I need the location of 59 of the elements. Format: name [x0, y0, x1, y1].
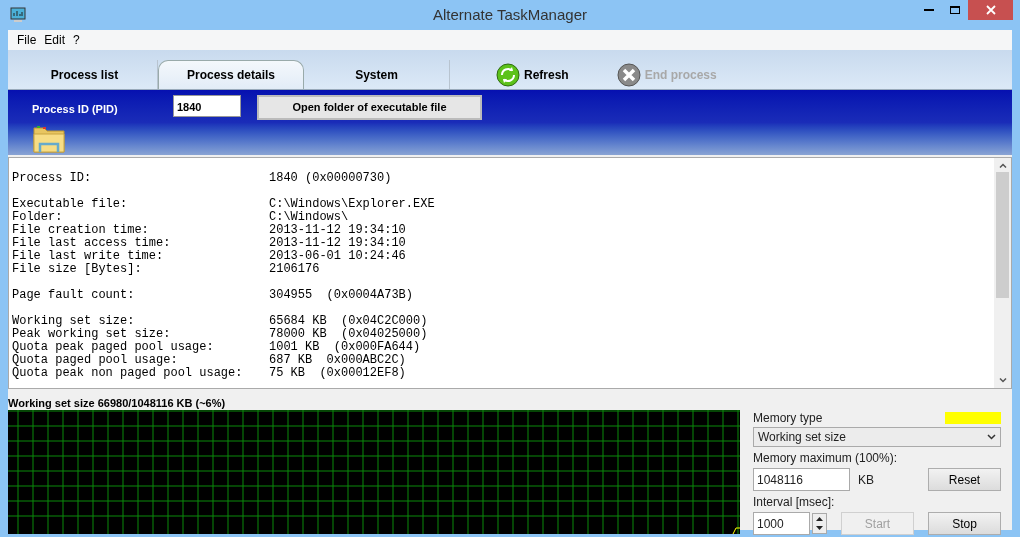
tab[interactable]: System	[304, 60, 450, 89]
scroll-down-icon	[998, 378, 1007, 383]
detail-label: Page fault count:	[12, 289, 136, 302]
detail-label: Working set size:	[12, 315, 136, 328]
scroll-up-icon	[998, 163, 1007, 168]
detail-value: 2106176	[269, 263, 320, 276]
scrollbar[interactable]	[994, 158, 1011, 388]
detail-value: 1840 (0x00000730)	[269, 172, 392, 185]
reset-button[interactable]: Reset	[928, 468, 1001, 491]
detail-value: 75 KB (0x00012EF8)	[269, 367, 406, 380]
memory-type-select[interactable]: Working set size	[753, 427, 1001, 447]
detail-value: C:\Windows\	[269, 211, 349, 224]
chevron-down-icon	[987, 434, 996, 440]
tab[interactable]: Process details	[158, 60, 304, 89]
interval-field[interactable]: 1000	[753, 512, 810, 535]
stop-button[interactable]: Stop	[928, 512, 1001, 535]
detail-value: 2013-11-12 19:34:10	[269, 237, 406, 250]
detail-label: File last write time:	[12, 250, 165, 263]
spin-down-icon	[816, 526, 823, 531]
open-folder-button[interactable]: Open folder of executable file	[257, 95, 482, 120]
spinner[interactable]	[812, 513, 827, 534]
toolbar-button[interactable]: Refresh	[496, 62, 569, 87]
detail-value: C:\Windows\Explorer.EXE	[269, 198, 435, 211]
pid-field[interactable]: 1840	[173, 95, 241, 117]
app-monitor-icon	[10, 7, 26, 23]
detail-value: 1001 KB (0x000FA644)	[269, 341, 421, 354]
detail-label: Quota peak paged pool usage:	[12, 341, 215, 354]
detail-label: Quota peak non paged pool usage:	[12, 367, 244, 380]
memory-max-field[interactable]: 1048116	[753, 468, 850, 491]
close-button[interactable]	[968, 0, 1013, 20]
menu-item[interactable]: File	[14, 31, 40, 49]
detail-value: 304955 (0x0004A73B)	[269, 289, 414, 302]
close-icon	[985, 5, 996, 15]
detail-value: 65684 KB (0x04C2C000)	[269, 315, 428, 328]
detail-value: 687 KB 0x000ABC2C)	[269, 354, 406, 367]
detail-label: Peak working set size:	[12, 328, 172, 341]
detail-value: 78000 KB (0x04025000)	[269, 328, 428, 341]
detail-label: Executable file:	[12, 198, 129, 211]
memory-color-swatch[interactable]	[945, 412, 1001, 424]
unit-label: KB	[858, 471, 874, 489]
close-icon	[616, 62, 641, 87]
detail-value: 2013-11-12 19:34:10	[269, 224, 406, 237]
detail-label: Folder:	[12, 211, 64, 224]
pid-label: Process ID (PID)	[32, 102, 119, 117]
graph-caption: Working set size 66980/1048116 KB (~6%)	[8, 396, 227, 410]
interval-label: Interval [msec]:	[753, 494, 836, 511]
refresh-icon	[496, 62, 520, 87]
detail-label: File creation time:	[12, 224, 150, 237]
detail-label: Process ID:	[12, 172, 93, 185]
memory-max-label: Memory maximum (100%):	[753, 450, 899, 467]
window-title: Alternate TaskManager	[433, 4, 587, 25]
menu-item[interactable]: ?	[70, 31, 83, 49]
memory-type-label: Memory type	[753, 410, 823, 427]
detail-label: File last access time:	[12, 237, 172, 250]
detail-label: Quota paged pool usage:	[12, 354, 179, 367]
menu-item[interactable]: Edit	[41, 31, 69, 49]
spin-up-icon	[816, 516, 823, 521]
detail-label: File size [Bytes]:	[12, 263, 143, 276]
detail-value: 2013-06-01 10:24:46	[269, 250, 406, 263]
